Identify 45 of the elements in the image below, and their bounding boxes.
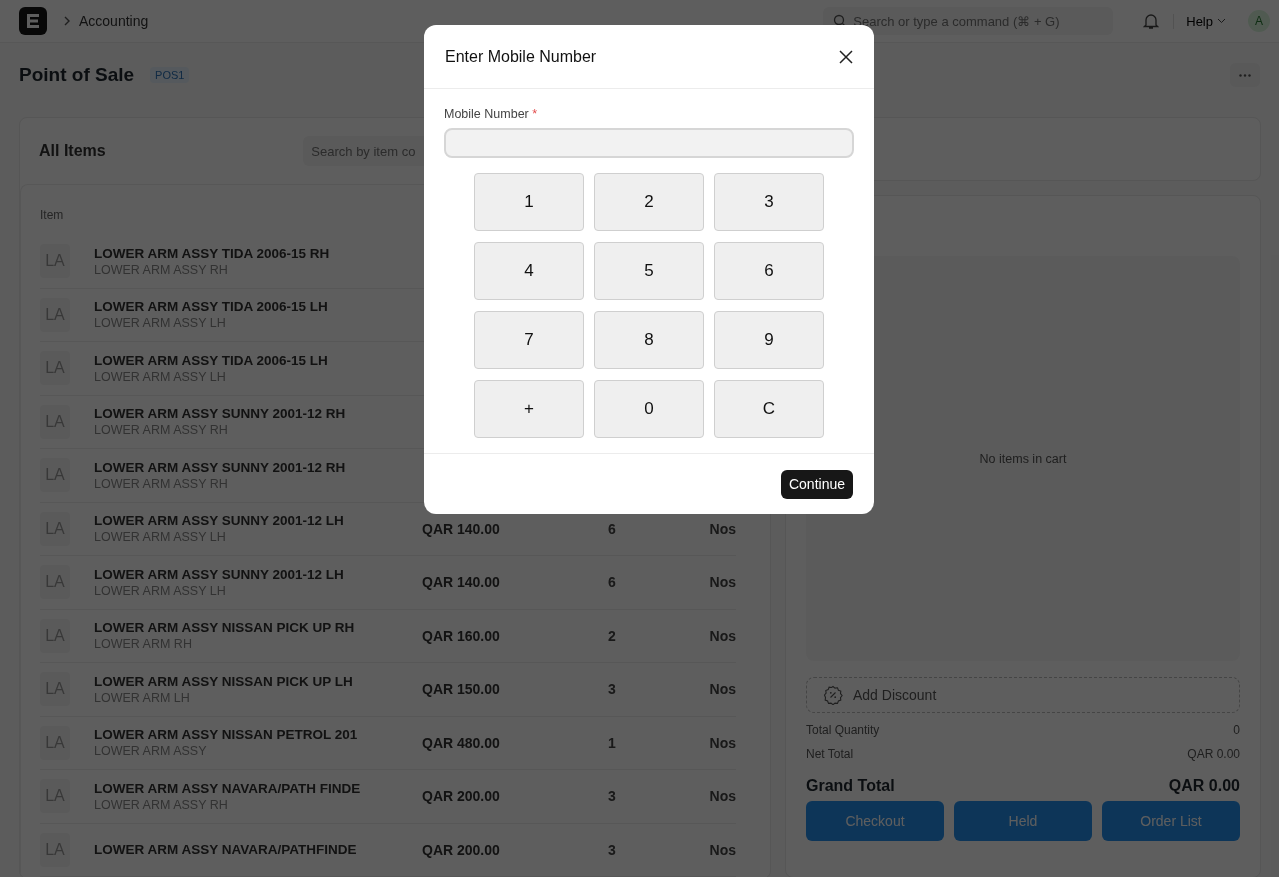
total-value: 0	[1233, 723, 1240, 737]
item-name: LOWER ARM ASSY NISSAN PICK UP LH	[94, 673, 354, 689]
item-name: LOWER ARM ASSY TIDA 2006-15 RH	[94, 245, 331, 261]
item-name: LOWER ARM ASSY SUNNY 2001-12 LH	[94, 566, 345, 582]
column-header: Item	[40, 208, 64, 222]
item-price: QAR 200.00	[422, 841, 501, 858]
item-quantity: 6	[607, 520, 617, 537]
item-unit: Nos	[708, 627, 736, 644]
item-price: QAR 480.00	[422, 734, 501, 751]
item-quantity: 1	[607, 734, 617, 751]
total-label: Total Quantity	[806, 723, 880, 737]
grand-total-value: QAR 0.00	[1168, 777, 1240, 795]
field-label: Mobile Number *	[444, 107, 539, 121]
item-name: LOWER ARM ASSY NAVARA/PATH FINDE	[94, 780, 362, 796]
item-unit: Nos	[708, 788, 736, 805]
item-name: LOWER ARM ASSY SUNNY 2001-12 LH	[94, 513, 345, 529]
item-unit: Nos	[708, 681, 736, 698]
page-title: Point of Sale	[19, 64, 135, 86]
item-price: QAR 140.00	[422, 574, 501, 591]
grand-total-label: Grand Total	[806, 777, 895, 795]
item-price: QAR 140.00	[422, 520, 501, 537]
dialog-title: Enter Mobile Number	[445, 47, 597, 66]
item-quantity: 3	[607, 841, 617, 858]
item-name: LOWER ARM ASSY NISSAN PETROL 201	[94, 727, 359, 743]
item-unit: Nos	[708, 734, 736, 751]
item-name: LOWER ARM ASSY SUNNY 2001-12 RH	[94, 459, 347, 475]
item-unit: Nos	[708, 841, 736, 858]
item-quantity: 2	[607, 627, 617, 644]
pos-badge: POS1	[150, 67, 190, 83]
total-label: Net Total	[806, 747, 854, 761]
item-name: LOWER ARM ASSY NAVARA/PATHFINDE	[94, 842, 358, 858]
item-unit: Nos	[708, 574, 736, 591]
item-quantity: 3	[607, 788, 617, 805]
item-name: LOWER ARM ASSY NISSAN PICK UP RH	[94, 620, 356, 636]
item-price: QAR 150.00	[422, 681, 501, 698]
panel-title: All Items	[39, 142, 107, 160]
item-name: LOWER ARM ASSY TIDA 2006-15 LH	[94, 299, 329, 315]
item-name: LOWER ARM ASSY SUNNY 2001-12 RH	[94, 406, 347, 422]
item-quantity: 6	[607, 574, 617, 591]
total-value: QAR 0.00	[1187, 747, 1240, 761]
item-price: QAR 160.00	[422, 627, 501, 644]
item-quantity: 3	[607, 681, 617, 698]
item-unit: Nos	[708, 520, 736, 537]
item-price: QAR 200.00	[422, 788, 501, 805]
item-name: LOWER ARM ASSY TIDA 2006-15 LH	[94, 352, 329, 368]
